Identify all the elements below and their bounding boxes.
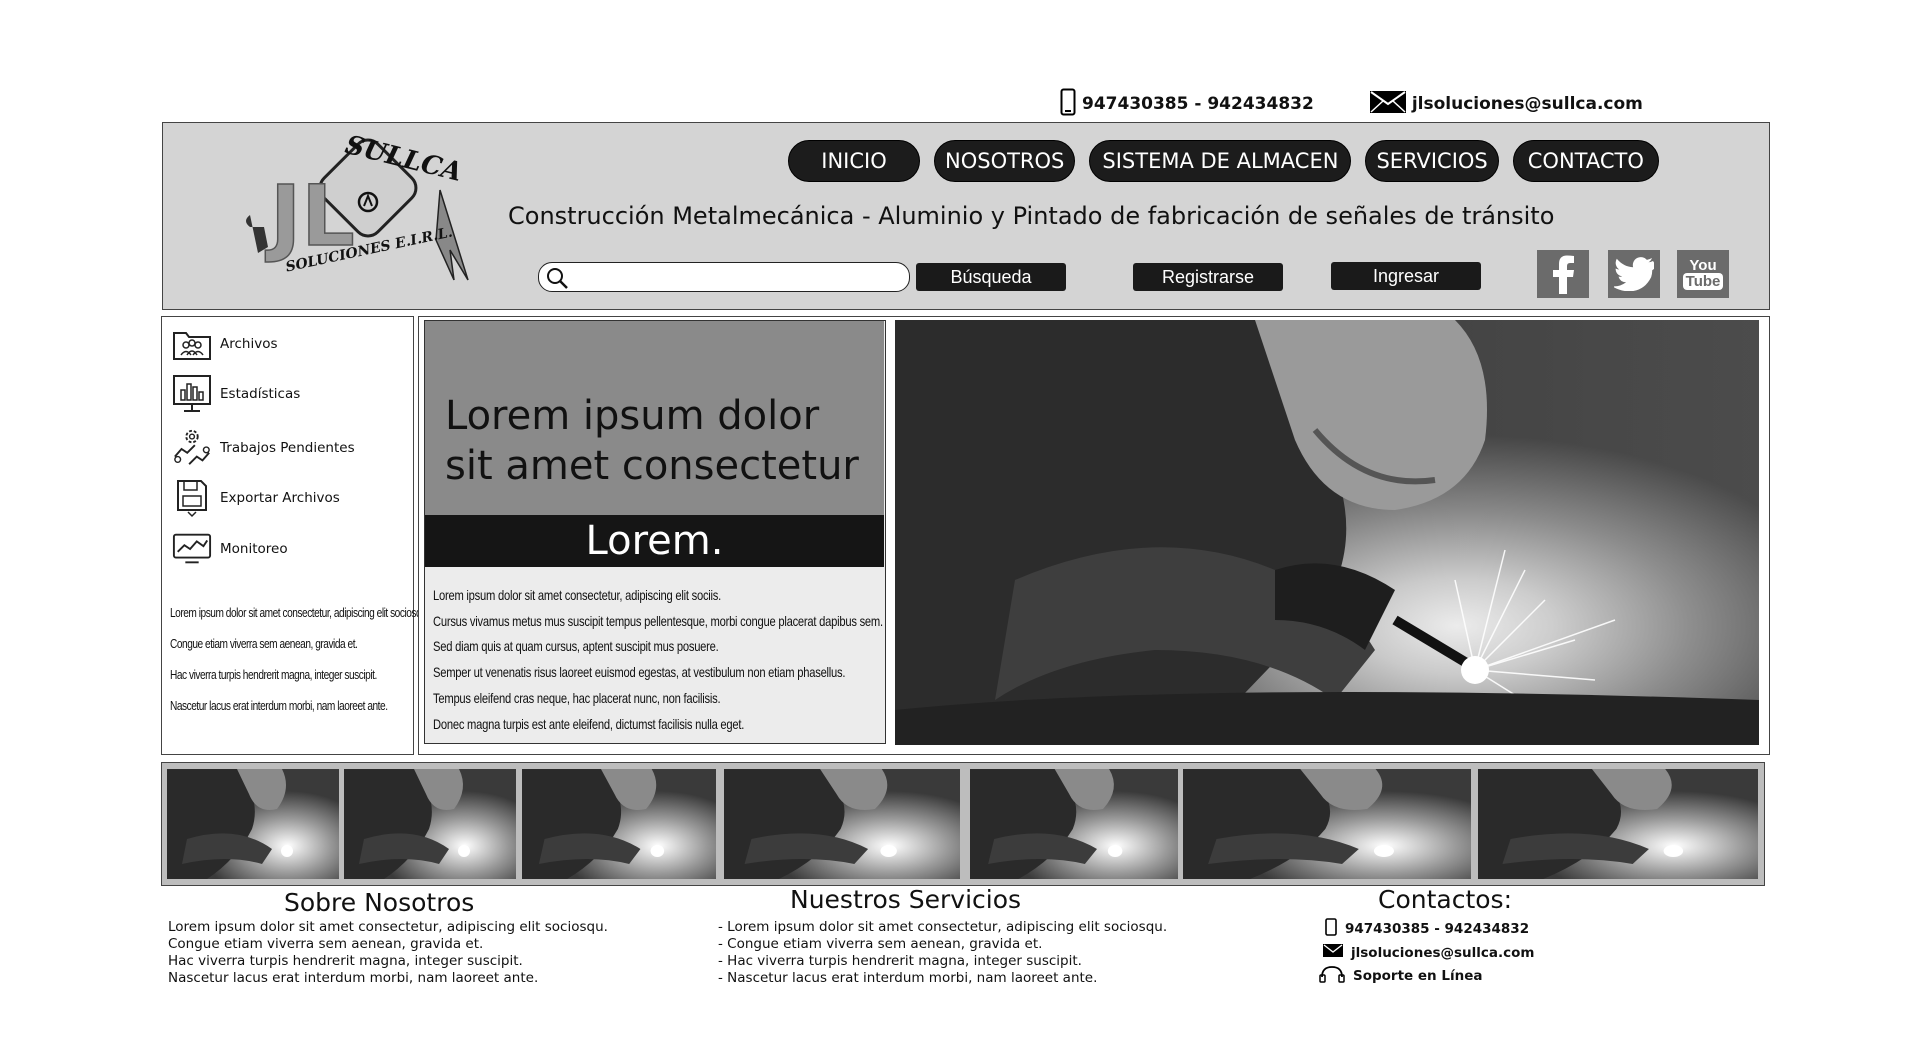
services-text: - Lorem ipsum dolor sit amet consectetur…: [718, 919, 1167, 987]
card-line: Donec magna turpis est ante eleifend, di…: [433, 715, 745, 732]
gallery-thumbnail[interactable]: [522, 769, 716, 879]
youtube-icon[interactable]: You Tube: [1677, 250, 1729, 298]
services-line: - Congue etiam viverra sem aenean, gravi…: [718, 936, 1043, 952]
sidebar-item-exportar-archivos[interactable]: Exportar Archivos: [172, 479, 340, 518]
contacts-title: Contactos:: [1378, 885, 1513, 914]
save-export-icon: [172, 479, 212, 518]
top-phone[interactable]: 947430385 - 942434832: [1060, 88, 1314, 121]
nav-nosotros[interactable]: NOSOTROS: [934, 140, 1076, 182]
search-box[interactable]: [538, 262, 910, 292]
services-title: Nuestros Servicios: [790, 885, 1022, 914]
about-text: Lorem ipsum dolor sit amet consectetur, …: [168, 919, 608, 987]
sidebar-item-label: Archivos: [220, 336, 278, 352]
gallery-thumbnail[interactable]: [724, 769, 960, 879]
card-title-line-2: sit amet consectetur: [445, 443, 859, 489]
phone-icon: [1325, 918, 1337, 940]
about-line: Nascetur lacus erat interdum morbi, nam …: [168, 970, 539, 986]
card-title: Lorem ipsum dolor sit amet consectetur: [445, 391, 859, 491]
sidebar-text-line: Hac viverra turpis hendrerit magna, inte…: [170, 667, 377, 682]
sidebar: Archivos Estadísticas Trabajos Pendiente…: [161, 316, 429, 755]
company-logo[interactable]: JL SULLCA SOLUCIONES E.I.R.L.: [240, 130, 480, 290]
search-button[interactable]: Búsqueda: [916, 263, 1066, 291]
about-title: Sobre Nosotros: [284, 888, 475, 917]
nav-sistema-almacen[interactable]: SISTEMA DE ALMACEN: [1089, 140, 1352, 182]
sidebar-item-archivos[interactable]: Archivos: [172, 325, 278, 363]
gallery-thumbnail[interactable]: [167, 769, 339, 879]
services-line: - Lorem ipsum dolor sit amet consectetur…: [718, 919, 1168, 935]
phone-icon: [1060, 88, 1076, 121]
footer-email-text: jlsoluciones@sullca.com: [1351, 944, 1535, 961]
gallery-thumbnail[interactable]: [1183, 769, 1471, 879]
headset-icon: [1319, 965, 1345, 987]
youtube-label-tube: Tube: [1682, 273, 1724, 290]
card-line: Sed diam quis at quam cursus, aptent sus…: [433, 638, 719, 655]
footer-email[interactable]: jlsoluciones@sullca.com: [1323, 944, 1535, 961]
search-input[interactable]: [573, 266, 897, 290]
nav-inicio[interactable]: INICIO: [788, 140, 920, 182]
folder-users-icon: [172, 325, 212, 363]
card-body: Lorem ipsum dolor sit amet consectetur, …: [433, 583, 883, 737]
top-email[interactable]: jlsoluciones@sullca.com: [1369, 90, 1643, 118]
footer-support[interactable]: Soporte en Línea: [1319, 965, 1482, 987]
about-line: Lorem ipsum dolor sit amet consectetur, …: [168, 919, 608, 935]
card-line: Cursus vivamus metus mus suscipit tempus…: [433, 612, 883, 629]
search-icon: [545, 266, 569, 294]
top-phone-text: 947430385 - 942434832: [1082, 94, 1314, 114]
top-contact-bar: 947430385 - 942434832 jlsoluciones@sullc…: [1060, 88, 1643, 120]
top-email-text: jlsoluciones@sullca.com: [1411, 94, 1643, 114]
chart-monitor-icon: [172, 375, 212, 413]
card-line: Semper ut venenatis risus laoreet euismo…: [433, 664, 846, 681]
card-line: Tempus eleifend cras neque, hac placerat…: [433, 689, 721, 706]
facebook-icon[interactable]: [1537, 250, 1589, 298]
sidebar-item-label: Estadísticas: [220, 386, 301, 402]
mail-icon: [1323, 944, 1343, 961]
tools-gear-icon: [172, 429, 212, 467]
footer-phone-text: 947430385 - 942434832: [1345, 921, 1530, 937]
main-nav: INICIO NOSOTROS SISTEMA DE ALMACEN SERVI…: [788, 140, 1659, 182]
footer-support-text: Soporte en Línea: [1353, 968, 1483, 984]
sidebar-text-line: Nascetur lacus erat interdum morbi, nam …: [170, 698, 388, 713]
services-line: - Nascetur lacus erat interdum morbi, na…: [718, 970, 1098, 986]
services-line: - Hac viverra turpis hendrerit magna, in…: [718, 953, 1082, 969]
sidebar-item-label: Exportar Archivos: [220, 490, 340, 506]
sidebar-text-line: Lorem ipsum dolor sit amet consectetur, …: [170, 605, 429, 620]
card-line: Lorem ipsum dolor sit amet consectetur, …: [433, 587, 722, 603]
sidebar-item-label: Monitoreo: [220, 541, 288, 557]
card-header: Lorem ipsum dolor sit amet consectetur: [425, 321, 884, 515]
sidebar-item-trabajos-pendientes[interactable]: Trabajos Pendientes: [172, 429, 355, 467]
sidebar-item-label: Trabajos Pendientes: [220, 440, 355, 456]
feature-card: Lorem ipsum dolor sit amet consectetur L…: [424, 320, 886, 744]
gallery-thumbnail[interactable]: [1478, 769, 1758, 879]
sidebar-text-line: Congue etiam viverra sem aenean, gravida…: [170, 636, 358, 651]
sidebar-item-monitoreo[interactable]: Monitoreo: [172, 530, 288, 568]
sidebar-text: Lorem ipsum dolor sit amet consectetur, …: [170, 597, 429, 721]
about-line: Hac viverra turpis hendrerit magna, inte…: [168, 953, 523, 969]
register-button[interactable]: Registrarse: [1133, 263, 1283, 291]
sidebar-item-estadisticas[interactable]: Estadísticas: [172, 375, 300, 413]
nav-servicios[interactable]: SERVICIOS: [1365, 140, 1499, 182]
card-title-line-1: Lorem ipsum dolor: [445, 393, 820, 439]
login-button[interactable]: Ingresar: [1331, 262, 1481, 290]
twitter-icon[interactable]: [1608, 250, 1660, 298]
hero-welder-image: [895, 320, 1759, 745]
gallery-thumbnail[interactable]: [970, 769, 1178, 879]
footer-phone[interactable]: 947430385 - 942434832: [1325, 918, 1529, 940]
tagline: Construcción Metalmecánica - Aluminio y …: [508, 202, 1555, 230]
mail-icon: [1369, 90, 1406, 118]
youtube-label-you: You: [1689, 257, 1717, 274]
monitor-graph-icon: [172, 530, 212, 568]
card-band: Lorem.: [425, 515, 884, 567]
nav-contacto[interactable]: CONTACTO: [1512, 140, 1659, 182]
about-line: Congue etiam viverra sem aenean, gravida…: [168, 936, 484, 952]
gallery-thumbnail[interactable]: [344, 769, 516, 879]
